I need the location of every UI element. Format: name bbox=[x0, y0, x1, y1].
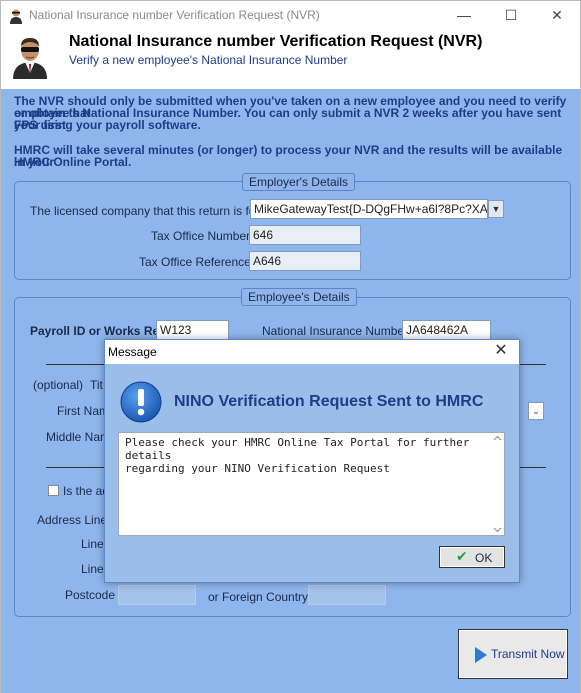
company-label: The licensed company that this return is… bbox=[30, 204, 263, 218]
info-icon bbox=[120, 381, 162, 423]
dialog-title-bar: Message ✕ bbox=[105, 340, 519, 364]
transmit-now-button[interactable]: Transmit Now bbox=[458, 629, 568, 679]
info-text-line3: FPS using your payroll software. bbox=[14, 118, 201, 132]
play-icon bbox=[475, 647, 487, 663]
dialog-message-line2: regarding your NINO Verification Request bbox=[125, 462, 390, 475]
dialog-message-line1: Please check your HMRC Online Tax Portal… bbox=[125, 436, 470, 462]
title-bar: National Insurance number Verification R… bbox=[1, 1, 580, 31]
dialog-heading: NINO Verification Request Sent to HMRC bbox=[174, 393, 484, 410]
scrollbar[interactable] bbox=[492, 434, 503, 534]
tax-office-number-label: Tax Office Number bbox=[151, 229, 251, 243]
dialog-message-box[interactable]: Please check your HMRC Online Tax Portal… bbox=[118, 432, 505, 536]
title-label: Tit bbox=[90, 378, 103, 392]
app-icon bbox=[10, 9, 22, 24]
payroll-id-label: Payroll ID or Works Ref bbox=[30, 324, 164, 338]
postcode-field[interactable] bbox=[118, 585, 196, 605]
dialog-title: Message bbox=[108, 345, 157, 359]
close-button[interactable]: ✕ bbox=[534, 1, 580, 31]
tax-office-reference-label: Tax Office Reference bbox=[139, 255, 251, 269]
employer-details-legend: Employer's Details bbox=[242, 173, 355, 191]
address-line1-label: Address Line bbox=[37, 513, 108, 527]
same-address-checkbox[interactable] bbox=[48, 485, 59, 496]
ok-button[interactable]: ✔ OK bbox=[439, 546, 505, 568]
tax-office-number-field[interactable]: 646 bbox=[249, 225, 361, 245]
window-title: National Insurance number Verification R… bbox=[29, 8, 320, 22]
header: National Insurance number Verification R… bbox=[1, 31, 580, 89]
address-line3-label: Line bbox=[81, 562, 104, 576]
dialog-close-button[interactable]: ✕ bbox=[489, 340, 513, 364]
ok-label: OK bbox=[475, 551, 493, 565]
info-text-line5: HMRC Online Portal. bbox=[14, 155, 132, 169]
transmit-now-label: Transmit Now bbox=[491, 647, 565, 661]
first-name-label: First Nam bbox=[57, 404, 109, 418]
middle-name-label: Middle Nam bbox=[46, 430, 111, 444]
optional-label: (optional) bbox=[33, 378, 84, 392]
employee-details-legend: Employee's Details bbox=[241, 288, 357, 306]
nvr-window: National Insurance number Verification R… bbox=[0, 0, 581, 693]
maximize-button[interactable]: ☐ bbox=[488, 1, 534, 31]
message-dialog: Message ✕ NINO Verification Request Sent… bbox=[104, 339, 520, 583]
checkmark-icon: ✔ bbox=[456, 548, 468, 564]
foreign-country-label: or Foreign Country bbox=[208, 590, 309, 604]
page-title: National Insurance number Verification R… bbox=[69, 33, 483, 50]
address-line2-label: Line bbox=[81, 537, 104, 551]
agent-avatar-icon bbox=[13, 38, 47, 79]
page-subtitle: Verify a new employee's National Insuran… bbox=[69, 53, 348, 67]
postcode-label: Postcode bbox=[65, 588, 116, 602]
company-select[interactable]: MikeGatewayTest{D-DQgFHw+a6l?8Pc?XAx{# bbox=[250, 199, 488, 219]
dialog-body: NINO Verification Request Sent to HMRC P… bbox=[105, 364, 519, 582]
same-address-label: Is the ad bbox=[63, 484, 110, 498]
nino-label: National Insurance Number bbox=[262, 324, 409, 338]
minimize-button[interactable]: — bbox=[441, 1, 487, 31]
tax-office-reference-field[interactable]: A646 bbox=[249, 251, 361, 271]
chevron-down-icon[interactable]: ▼ bbox=[488, 200, 504, 218]
payroll-id-field[interactable]: W123 bbox=[156, 320, 229, 340]
nino-field[interactable]: JA648462A bbox=[402, 320, 491, 340]
foreign-country-field[interactable] bbox=[308, 585, 386, 605]
chevron-down-icon[interactable]: ⌄ bbox=[528, 402, 544, 420]
